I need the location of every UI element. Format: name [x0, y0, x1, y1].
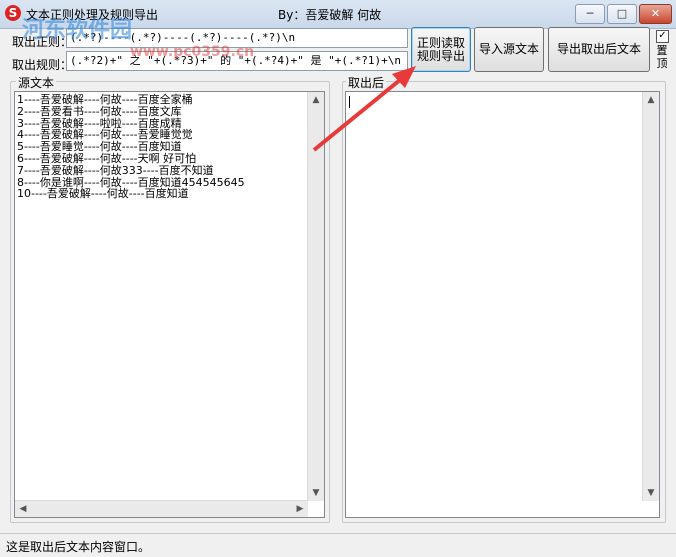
watermark-url: www.pc0359.cn — [130, 44, 255, 60]
watermark-logo: 河东软件园 — [22, 18, 133, 43]
annotation-arrow-icon — [312, 66, 416, 152]
status-text: 这是取出后文本内容窗口。 — [6, 540, 151, 554]
status-bar: 这是取出后文本内容窗口。 — [0, 533, 676, 557]
